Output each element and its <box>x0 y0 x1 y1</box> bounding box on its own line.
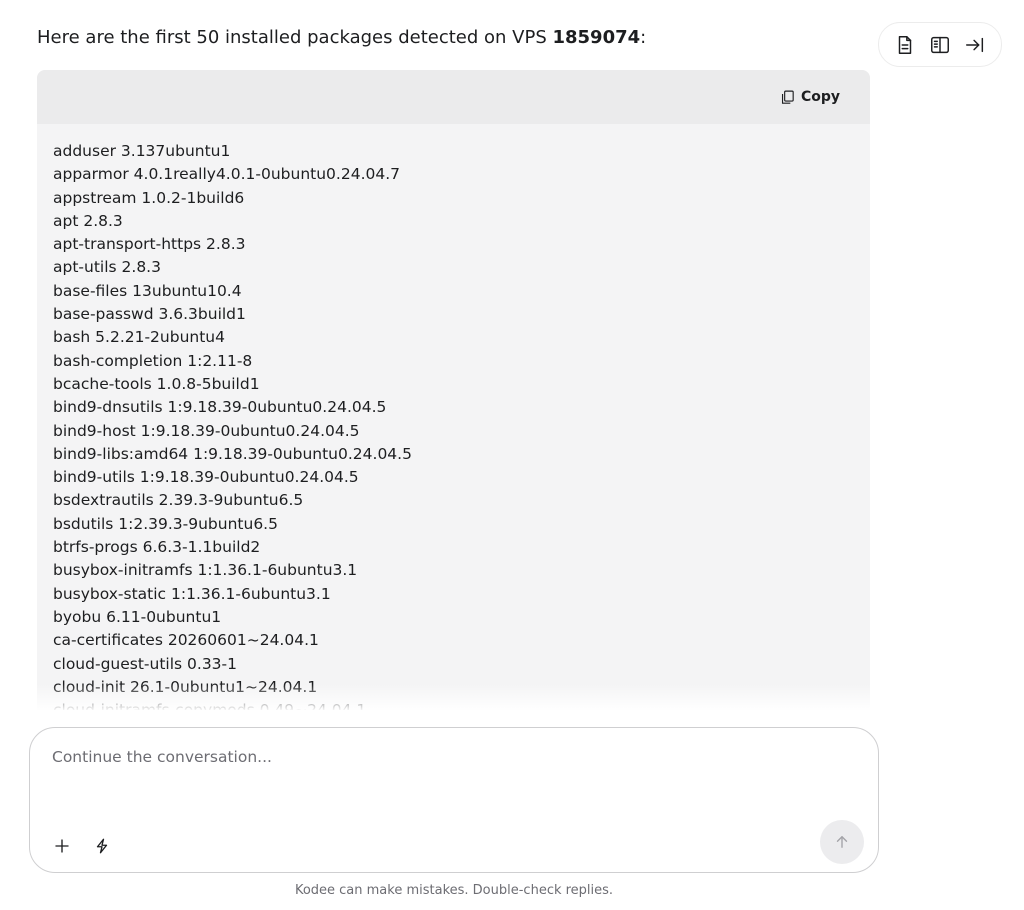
package-item: apparmor 4.0.1really4.0.1-0ubuntu0.24.04… <box>53 165 401 184</box>
package-item: bash 5.2.21-2ubuntu4 <box>53 328 225 347</box>
copy-button[interactable]: Copy <box>779 89 840 106</box>
panel-button[interactable] <box>925 30 955 60</box>
package-item: busybox-initramfs 1:1.36.1-6ubuntu3.1 <box>53 561 358 580</box>
code-body: adduser 3.137ubuntu1 apparmor 4.0.1really… <box>37 124 870 710</box>
copy-label: Copy <box>800 89 840 105</box>
package-item: bind9-dnsutils 1:9.18.39-0ubuntu0.24.04.… <box>53 398 387 417</box>
bolt-icon <box>96 838 108 854</box>
intro-prefix: Here are the first 50 installed packages… <box>37 27 553 48</box>
plus-icon <box>55 839 69 853</box>
package-item: appstream 1.0.2-1build6 <box>53 188 245 207</box>
vps-id: 1859074 <box>552 27 641 48</box>
package-item: apt-transport-https 2.8.3 <box>53 235 246 254</box>
tools-button[interactable] <box>90 834 114 858</box>
package-item: bsdextrautils 2.39.3-9ubuntu6.5 <box>53 491 304 510</box>
package-item: bash-completion 1:2.11-8 <box>53 351 253 370</box>
package-item: ca-certificates 20260601~24.04.1 <box>53 631 319 650</box>
document-icon <box>898 35 911 54</box>
copy-icon <box>781 90 794 104</box>
package-item: bsdutils 1:2.39.3-9ubuntu6.5 <box>53 514 278 533</box>
composer <box>29 727 879 873</box>
arrow-up-icon <box>836 836 848 848</box>
package-item: cloud-guest-utils 0.33-1 <box>53 654 237 673</box>
package-item: apt 2.8.3 <box>53 211 123 230</box>
document-button[interactable] <box>890 30 920 60</box>
package-item: bind9-utils 1:9.18.39-0ubuntu0.24.04.5 <box>53 468 359 487</box>
package-item: bind9-libs:amd64 1:9.18.39-0ubuntu0.24.0… <box>53 444 412 463</box>
package-item: btrfs-progs 6.6.3-1.1build2 <box>53 538 261 557</box>
package-item: busybox-static 1:1.36.1-6ubuntu3.1 <box>53 584 331 603</box>
package-item: bcache-tools 1.0.8-5build1 <box>53 374 260 393</box>
package-item: base-files 13ubuntu10.4 <box>53 281 242 300</box>
package-item: bind9-host 1:9.18.39-0ubuntu0.24.04.5 <box>53 421 360 440</box>
code-header: Copy <box>37 70 870 124</box>
collapse-right-button[interactable] <box>960 30 990 60</box>
package-list: adduser 3.137ubuntu1 apparmor 4.0.1really… <box>53 140 854 710</box>
fade-overlay <box>37 684 870 710</box>
message-intro: Here are the first 50 installed packages… <box>37 26 646 50</box>
panel-icon <box>931 36 949 53</box>
disclaimer: Kodee can make mistakes. Double-check re… <box>294 883 614 898</box>
package-item: base-passwd 3.6.3build1 <box>53 305 246 324</box>
package-item: byobu 6.11-0ubuntu1 <box>53 607 222 626</box>
code-block: Copy adduser 3.137ubuntu1 apparmor 4.0.1r… <box>37 70 870 710</box>
send-button[interactable] <box>820 820 864 864</box>
toolbar <box>878 22 1002 67</box>
collapse-right-icon <box>966 37 984 52</box>
message-input[interactable] <box>52 748 832 766</box>
package-item: adduser 3.137ubuntu1 <box>53 142 231 160</box>
package-item: apt-utils 2.8.3 <box>53 258 161 277</box>
add-button[interactable] <box>50 834 74 858</box>
intro-suffix: : <box>640 27 647 48</box>
